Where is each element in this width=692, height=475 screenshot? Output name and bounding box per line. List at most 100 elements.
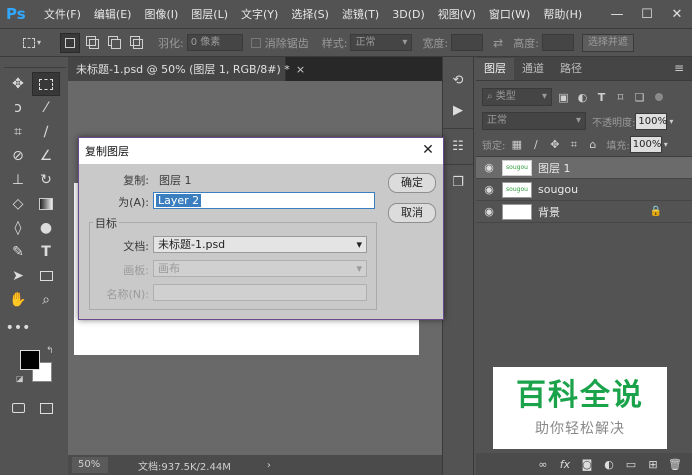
menu-edit[interactable]: 编辑(E) xyxy=(94,6,132,22)
properties-panel-icon[interactable]: ☷ xyxy=(445,133,471,159)
filter-smart-object-icon[interactable]: ❏ xyxy=(632,91,647,104)
menu-select[interactable]: 选择(S) xyxy=(291,6,329,22)
history-panel-icon[interactable]: ⟲ xyxy=(445,67,471,93)
add-selection-icon[interactable] xyxy=(82,33,102,53)
chevron-down-icon[interactable]: ▾ xyxy=(669,117,673,126)
intersect-selection-icon[interactable] xyxy=(126,33,146,53)
gradient-tool-icon[interactable] xyxy=(32,192,60,216)
minimize-button[interactable]: — xyxy=(602,0,632,29)
lock-artboard-icon[interactable]: ⌗ xyxy=(566,138,581,152)
antialias-checkbox[interactable] xyxy=(250,37,261,48)
menu-image[interactable]: 图像(I) xyxy=(144,6,178,22)
filter-pixel-icon[interactable]: ▣ xyxy=(556,91,571,104)
lock-pixels-icon[interactable]: ∕ xyxy=(528,138,543,151)
fill-input[interactable]: 100% xyxy=(629,136,662,153)
add-mask-icon[interactable]: ◙ xyxy=(576,458,598,471)
blur-tool-icon[interactable]: ◊ xyxy=(4,216,32,240)
layer-row-background[interactable]: ◉ 背景 🔒 xyxy=(476,201,692,223)
layer-row-sougou[interactable]: ◉ sougou sougou xyxy=(476,179,692,201)
cancel-button[interactable]: 取消 xyxy=(388,203,436,223)
width-input[interactable] xyxy=(451,34,484,51)
blend-mode-select[interactable]: 正常 ▾ xyxy=(482,112,586,130)
as-name-input[interactable]: Layer 2 xyxy=(153,192,375,209)
hand-tool-icon[interactable]: ✋ xyxy=(4,288,32,312)
eye-icon[interactable]: ◉ xyxy=(476,161,502,174)
filter-toggle-icon[interactable] xyxy=(655,93,663,101)
subtract-selection-icon[interactable] xyxy=(104,33,124,53)
path-selection-tool-icon[interactable]: ➤ xyxy=(4,264,32,288)
document-select[interactable]: 未标题-1.psd ▾ xyxy=(153,236,367,253)
zoom-level[interactable]: 50% xyxy=(72,457,108,473)
layer-row-layer1[interactable]: ◉ sougou 图层 1 xyxy=(476,157,692,179)
marquee-tool-icon[interactable] xyxy=(32,72,60,96)
eyedropper-tool-icon[interactable]: ∕ xyxy=(32,120,60,144)
filter-adjustment-icon[interactable]: ◐ xyxy=(575,91,590,104)
document-info[interactable]: 文档:937.5K/2.44M xyxy=(138,458,231,473)
menu-file[interactable]: 文件(F) xyxy=(44,6,81,22)
new-group-icon[interactable]: ▭ xyxy=(620,458,642,471)
type-tool-icon[interactable]: T xyxy=(32,240,60,264)
feather-input[interactable]: 0 像素 xyxy=(186,34,243,51)
actions-panel-icon[interactable]: ▶ xyxy=(445,97,471,123)
lock-transparency-icon[interactable]: ▦ xyxy=(509,138,524,151)
tab-paths[interactable]: 路径 xyxy=(552,58,590,80)
history-brush-tool-icon[interactable]: ↻ xyxy=(32,168,60,192)
new-layer-icon[interactable]: ⊞ xyxy=(642,458,664,471)
brush-tool-icon[interactable]: ∠ xyxy=(32,144,60,168)
eraser-tool-icon[interactable]: ◇ xyxy=(4,192,32,216)
menu-filter[interactable]: 滤镜(T) xyxy=(342,6,379,22)
layer-name[interactable]: sougou xyxy=(538,183,578,196)
more-tools-icon[interactable]: ••• xyxy=(4,316,32,340)
layer-style-icon[interactable]: fx xyxy=(554,458,576,471)
menu-help[interactable]: 帮助(H) xyxy=(543,6,582,22)
crop-tool-icon[interactable]: ⌗ xyxy=(4,120,32,144)
swap-colors-icon[interactable]: ↰ xyxy=(46,346,54,356)
delete-layer-icon[interactable]: 🗑 xyxy=(664,458,686,471)
zoom-tool-icon[interactable]: ⌕ xyxy=(32,288,60,312)
menu-layer[interactable]: 图层(L) xyxy=(191,6,228,22)
eye-icon[interactable]: ◉ xyxy=(476,183,502,196)
menu-type[interactable]: 文字(Y) xyxy=(241,6,278,22)
screen-mode-icon[interactable] xyxy=(32,396,60,420)
move-tool-icon[interactable]: ✥ xyxy=(4,72,32,96)
layer-filter-select[interactable]: ⌕ 类型 ▾ xyxy=(482,88,552,106)
tab-channels[interactable]: 通道 xyxy=(514,58,552,80)
toolbar-grip[interactable] xyxy=(4,62,66,68)
menu-3d[interactable]: 3D(D) xyxy=(392,8,425,21)
dialog-titlebar[interactable]: 复制图层 ✕ xyxy=(79,138,443,164)
pen-tool-icon[interactable]: ✎ xyxy=(4,240,32,264)
chevron-down-icon[interactable]: ▾ xyxy=(664,140,668,149)
tab-layers[interactable]: 图层 xyxy=(476,58,514,80)
color-swatches[interactable]: ↰ ◪ xyxy=(16,346,66,392)
magic-wand-tool-icon[interactable]: ⁄ xyxy=(32,96,60,120)
stamp-tool-icon[interactable]: ⊥ xyxy=(4,168,32,192)
filter-shape-icon[interactable]: ⌑ xyxy=(613,91,628,104)
adjustments-panel-icon[interactable]: ❐ xyxy=(445,169,471,195)
document-tab[interactable]: 未标题-1.psd @ 50% (图层 1, RGB/8#) * × xyxy=(68,57,305,81)
marquee-preset-icon[interactable]: ▾ xyxy=(18,33,46,53)
rectangle-tool-icon[interactable] xyxy=(32,264,60,288)
height-input[interactable] xyxy=(541,34,574,51)
lock-all-icon[interactable]: ⌂ xyxy=(585,138,600,151)
status-arrow-icon[interactable]: › xyxy=(267,460,271,471)
adjustment-layer-icon[interactable]: ◐ xyxy=(598,458,620,471)
quick-mask-icon[interactable] xyxy=(4,396,32,420)
select-mask-button[interactable]: 选择并遮 xyxy=(581,33,634,52)
layer-name[interactable]: 图层 1 xyxy=(538,160,571,176)
healing-brush-tool-icon[interactable]: ⊘ xyxy=(4,144,32,168)
dodge-tool-icon[interactable]: ● xyxy=(32,216,60,240)
eye-icon[interactable]: ◉ xyxy=(476,205,502,218)
panel-menu-icon[interactable]: ≡ xyxy=(674,61,684,75)
link-layers-icon[interactable]: ∞ xyxy=(532,458,554,471)
style-select[interactable]: 正常 ▾ xyxy=(350,34,413,51)
new-selection-icon[interactable] xyxy=(60,32,80,53)
swap-icon[interactable]: ⇄ xyxy=(493,36,503,50)
maximize-button[interactable]: ☐ xyxy=(632,0,662,29)
opacity-input[interactable]: 100% xyxy=(635,112,668,130)
menu-window[interactable]: 窗口(W) xyxy=(489,6,530,22)
layer-name[interactable]: 背景 xyxy=(538,204,560,220)
menu-view[interactable]: 视图(V) xyxy=(438,6,476,22)
close-tab-icon[interactable]: × xyxy=(296,63,305,76)
default-colors-icon[interactable]: ◪ xyxy=(16,374,24,383)
close-icon[interactable]: ✕ xyxy=(419,141,437,159)
